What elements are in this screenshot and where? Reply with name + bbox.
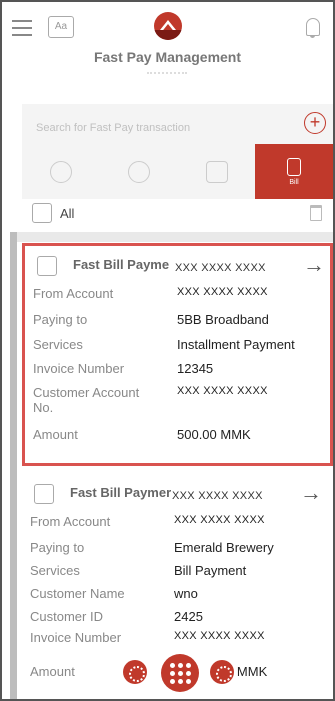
search-panel: + Bill bbox=[22, 104, 333, 199]
trash-icon[interactable] bbox=[310, 205, 322, 221]
list-divider bbox=[10, 232, 333, 242]
row-key: Paying to bbox=[33, 312, 88, 327]
row-key: Services bbox=[33, 337, 83, 352]
row-key: From Account bbox=[33, 286, 114, 301]
row-value: wno bbox=[174, 586, 198, 601]
app-screen: Aa Fast Pay Management + Bill All Fast B… bbox=[0, 0, 335, 701]
row-key: Customer Account No. bbox=[33, 385, 140, 415]
row-value: Bill Payment bbox=[174, 563, 247, 578]
row-key: Customer Name bbox=[30, 586, 125, 601]
tab-bill[interactable]: Bill bbox=[255, 144, 333, 199]
card-title: Fast Bill Payme bbox=[73, 257, 170, 272]
row-value: 2425 bbox=[174, 609, 203, 624]
people-fab-icon[interactable] bbox=[123, 660, 147, 684]
tab-people[interactable] bbox=[22, 144, 100, 199]
row-key: From Account bbox=[30, 514, 111, 529]
arrow-right-icon[interactable]: → bbox=[303, 252, 325, 278]
search-input[interactable] bbox=[36, 122, 276, 134]
tab-transfer[interactable] bbox=[178, 144, 256, 199]
bank-logo bbox=[154, 12, 182, 40]
category-tabs: Bill bbox=[22, 144, 333, 199]
row-key: Invoice Number bbox=[33, 361, 125, 376]
row-value: XXX XXXX XXXX bbox=[174, 630, 265, 642]
add-fast-pay-button[interactable]: + bbox=[304, 112, 326, 134]
notification-bell-icon[interactable] bbox=[306, 18, 320, 38]
transfer-icon bbox=[206, 160, 228, 183]
tab-person[interactable] bbox=[100, 144, 178, 199]
person-icon bbox=[128, 160, 150, 183]
row-value: XXX XXXX XXXX bbox=[174, 514, 265, 526]
row-key: Paying to bbox=[30, 540, 85, 555]
row-value: 5BB Broadband bbox=[177, 312, 269, 327]
row-key: Customer ID bbox=[30, 609, 103, 624]
row-value: Installment Payment bbox=[177, 337, 295, 352]
row-key: Amount bbox=[33, 427, 78, 442]
people-icon bbox=[50, 160, 72, 183]
menu-icon[interactable] bbox=[12, 20, 32, 36]
grid-fab-icon[interactable] bbox=[210, 660, 234, 684]
card-checkbox[interactable] bbox=[34, 484, 54, 504]
card-masked-number: XXX XXXX XXXX bbox=[172, 490, 263, 502]
app-header: Aa Fast Pay Management bbox=[2, 2, 333, 97]
list-rail bbox=[10, 232, 17, 699]
language-icon[interactable]: Aa bbox=[48, 16, 74, 38]
row-key: Services bbox=[30, 563, 80, 578]
select-all-row: All bbox=[32, 203, 332, 227]
row-value: XXX XXXX XXXX bbox=[177, 286, 268, 298]
page-title: Fast Pay Management bbox=[93, 49, 242, 65]
card-masked-number: XXX XXXX XXXX bbox=[175, 262, 266, 274]
row-value: Emerald Brewery bbox=[174, 540, 274, 555]
card-checkbox[interactable] bbox=[37, 256, 57, 276]
main-menu-button[interactable] bbox=[161, 654, 199, 692]
row-value: XXX XXXX XXXX bbox=[177, 385, 268, 397]
bill-icon bbox=[287, 157, 301, 176]
tab-bill-label: Bill bbox=[289, 178, 299, 186]
row-value: 500.00 MMK bbox=[177, 427, 251, 442]
title-divider bbox=[147, 72, 187, 74]
select-all-label: All bbox=[60, 206, 75, 221]
card-title: Fast Bill Paymer bbox=[70, 485, 172, 500]
row-key: Invoice Number bbox=[30, 630, 122, 645]
select-all-checkbox[interactable] bbox=[32, 203, 52, 223]
fast-pay-card[interactable]: Fast Bill Payme XXX XXXX XXXX → From Acc… bbox=[22, 243, 333, 466]
row-value: 12345 bbox=[177, 361, 214, 376]
arrow-right-icon[interactable]: → bbox=[300, 480, 322, 506]
